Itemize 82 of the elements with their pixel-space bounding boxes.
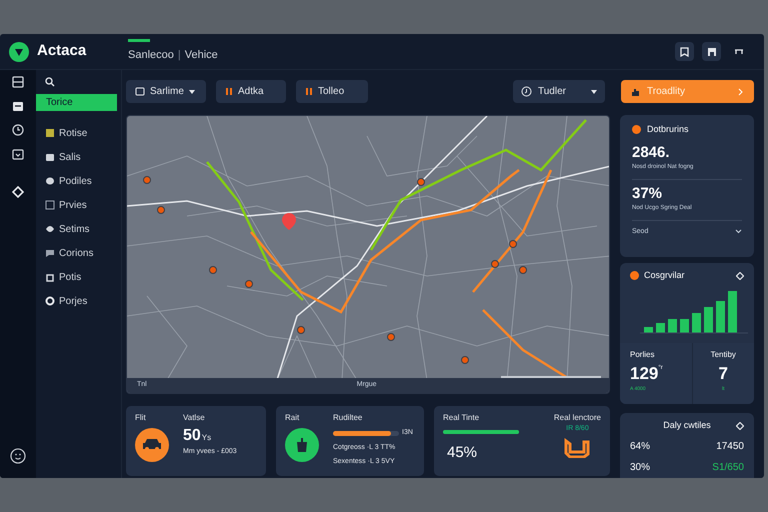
- chevron-right-icon: [738, 88, 743, 96]
- smiley-icon[interactable]: [10, 448, 26, 464]
- bars-icon: [225, 87, 233, 96]
- nav-item-icon: [45, 296, 55, 306]
- stat-label: Porlies: [630, 348, 656, 360]
- save-button[interactable]: [702, 42, 721, 61]
- bookmark-button[interactable]: [675, 42, 694, 61]
- settings-icon[interactable]: [736, 272, 744, 280]
- search-icon[interactable]: [45, 77, 55, 87]
- stat-value: 50: [183, 428, 201, 444]
- map-marker-icon: [209, 266, 217, 274]
- card-label: Rait: [285, 412, 300, 424]
- card-title: Dotbrurins: [647, 123, 689, 136]
- nav-item[interactable]: Salis: [36, 145, 121, 169]
- nav-item[interactable]: Potis: [36, 265, 121, 289]
- stat-value: 129: [630, 362, 658, 384]
- calendar-icon[interactable]: [12, 148, 24, 160]
- caret-icon: [591, 90, 597, 94]
- stat-unit: Ys: [202, 432, 212, 444]
- card-title: Real Tinte: [443, 412, 480, 424]
- map-marker-icon: [509, 240, 517, 248]
- clock-icon[interactable]: [12, 124, 24, 136]
- filter-button[interactable]: Adtka: [216, 80, 286, 103]
- period-dropdown[interactable]: Tudler: [513, 80, 605, 103]
- nav-item[interactable]: Torice: [36, 94, 117, 111]
- nav-item[interactable]: Setims: [36, 217, 121, 241]
- card-title: Real lenctore: [554, 412, 601, 424]
- row-value: S1/650: [712, 460, 744, 474]
- nav-item[interactable]: Prvies: [36, 193, 121, 217]
- card-title: Rudiltee: [333, 412, 364, 424]
- nav-item-icon: [45, 248, 55, 258]
- breadcrumb-separator: |: [178, 48, 181, 64]
- map-marker-icon: [143, 176, 151, 184]
- row-value: 30%: [630, 460, 650, 474]
- logo-icon: [9, 42, 29, 62]
- window-icon: [734, 48, 744, 56]
- stat-value: 45%: [446, 443, 478, 463]
- map-marker-icon: [519, 266, 527, 274]
- map-marker-icon: [387, 333, 395, 341]
- location-pin-icon: [282, 213, 296, 230]
- card-title: Daly cwtiles: [663, 419, 711, 432]
- filter-button[interactable]: Sarlime: [126, 80, 206, 103]
- breadcrumb-link[interactable]: Sanlecoo: [128, 47, 174, 64]
- metric-value: 37%: [632, 184, 664, 204]
- map-marker-icon: [461, 356, 469, 364]
- navigation-icon[interactable]: [12, 186, 24, 198]
- app-name: Actaca: [37, 41, 86, 62]
- page-title: Vehice: [184, 48, 218, 64]
- card-label: Flit: [135, 412, 147, 424]
- stat-label: Tentiby: [710, 348, 736, 360]
- map-marker-icon: [491, 260, 499, 268]
- card-title: Cosgrvilar: [644, 269, 685, 282]
- cup-icon: [285, 428, 319, 462]
- list-icon[interactable]: [12, 76, 24, 88]
- nav-item-icon: [45, 128, 55, 138]
- clock-icon: [521, 86, 532, 97]
- row-value: 17450: [716, 440, 744, 454]
- nav-item-icon: [45, 200, 55, 210]
- nav-item[interactable]: Podiles: [36, 169, 121, 193]
- nav-item-icon: [45, 224, 55, 234]
- stat-value: 7: [718, 362, 728, 384]
- map-marker-icon: [245, 280, 253, 288]
- nav-item[interactable]: Corions: [36, 241, 121, 265]
- nav-item[interactable]: Rotise: [36, 121, 121, 145]
- nav-item-icon: [45, 152, 55, 162]
- nav-item-icon: [45, 176, 55, 186]
- metric-value: 2846.: [632, 142, 671, 162]
- card-title: Vatlse: [183, 412, 206, 424]
- bars-icon: [305, 87, 313, 96]
- map-marker-icon: [417, 178, 425, 186]
- filter-button[interactable]: Tolleo: [296, 80, 368, 103]
- chevron-down-icon[interactable]: [735, 229, 742, 234]
- nav-item-icon: [45, 272, 55, 282]
- nav-item[interactable]: Porjes: [36, 289, 121, 313]
- caret-icon: [188, 90, 195, 94]
- map-marker-icon: [297, 326, 305, 334]
- map-marker-icon: [157, 206, 165, 214]
- settings-icon[interactable]: [736, 422, 744, 430]
- car-icon: [135, 428, 169, 462]
- row-value: 64%: [630, 440, 650, 454]
- save-icon: [706, 46, 716, 56]
- bookmark-icon: [680, 46, 689, 56]
